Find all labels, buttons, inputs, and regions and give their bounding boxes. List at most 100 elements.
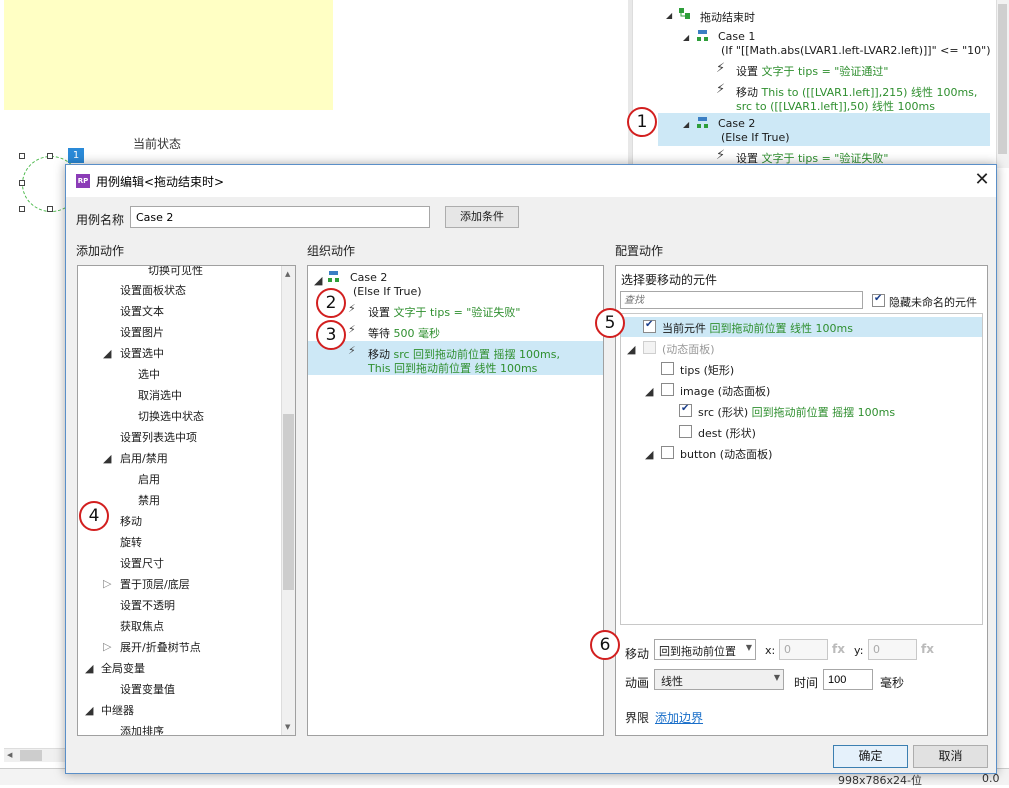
src-checkbox[interactable] — [679, 403, 692, 417]
widget-name: src (形状) — [698, 406, 749, 419]
action-item-set-image[interactable]: 设置图片 — [120, 324, 164, 340]
case-icon — [696, 29, 710, 43]
tree-item-image[interactable]: image (动态面板) — [680, 383, 770, 399]
step-marker-4: 4 — [79, 501, 109, 531]
action-item-focus[interactable]: 获取焦点 — [120, 618, 164, 634]
tree-item-current-widget: 当前元件 回到拖动前位置 线性 100ms — [662, 320, 853, 336]
widget-name: 当前元件 — [662, 322, 706, 335]
action-item-set-size[interactable]: 设置尺寸 — [120, 555, 164, 571]
scroll-down-icon[interactable]: ▼ — [285, 723, 290, 731]
hide-unnamed-checkbox[interactable] — [872, 293, 885, 307]
widget-badge: 1 — [68, 148, 84, 163]
scroll-thumb[interactable] — [283, 414, 294, 590]
collapse-triangle-icon[interactable]: ◢ — [683, 120, 689, 129]
yellow-rectangle-widget — [4, 0, 333, 110]
close-icon[interactable]: ✕ — [969, 169, 995, 193]
action-group-global-variables[interactable]: 全局变量 — [101, 660, 145, 676]
add-condition-button[interactable]: 添加条件 — [445, 206, 519, 228]
action-detail[interactable]: 文字于 tips = "验证失败" — [394, 306, 521, 319]
x-input[interactable]: 0 — [779, 639, 828, 660]
action-item-toggle-visibility[interactable]: 切换可见性 — [148, 266, 203, 278]
collapse-triangle-icon[interactable]: ◢ — [85, 704, 93, 717]
action-verb[interactable]: 设置 — [368, 306, 390, 319]
organize-action-set-text: 设置 文字于 tips = "验证失败" — [368, 304, 520, 320]
chevron-down-icon: ▼ — [745, 643, 752, 652]
resize-handle[interactable] — [19, 206, 25, 212]
add-actions-list: 切换可见性 设置面板状态 设置文本 设置图片 ◢ 设置选中 选中 取消选中 切换… — [77, 265, 296, 736]
collapse-triangle-icon[interactable]: ◢ — [85, 662, 93, 675]
action-detail[interactable]: 500 毫秒 — [394, 327, 441, 340]
scroll-left-icon[interactable]: ◀ — [7, 751, 12, 759]
action-item-set-list-selection[interactable]: 设置列表选中项 — [120, 429, 197, 445]
action-item-add-sort[interactable]: 添加排序 — [120, 723, 164, 735]
time-input[interactable] — [823, 669, 873, 690]
case2-condition: (Else If True) — [721, 131, 790, 144]
action-item-rotate[interactable]: 旋转 — [120, 534, 142, 550]
cancel-button[interactable]: 取消 — [913, 745, 988, 768]
expand-triangle-icon[interactable]: ▷ — [103, 577, 111, 590]
scroll-up-icon[interactable]: ▲ — [285, 270, 290, 278]
action-item-expand-collapse-tree[interactable]: 展开/折叠树节点 — [120, 639, 201, 655]
expand-triangle-icon[interactable]: ▷ — [103, 640, 111, 653]
collapse-triangle-icon[interactable]: ◢ — [103, 347, 111, 360]
add-actions-title: 添加动作 — [76, 244, 125, 258]
collapse-triangle-icon[interactable]: ◢ — [645, 385, 653, 398]
scroll-thumb[interactable] — [998, 4, 1007, 154]
organize-case-name[interactable]: Case 2 — [350, 271, 387, 284]
tree-item-dynamic-panel[interactable]: (动态面板) — [662, 341, 715, 357]
y-label: y: — [854, 644, 864, 657]
collapse-triangle-icon[interactable]: ◢ — [666, 11, 672, 20]
organize-action-wait: 等待 500 毫秒 — [368, 325, 440, 341]
animation-value: 线性 — [661, 675, 683, 688]
action-item-enable-disable[interactable]: 启用/禁用 — [120, 450, 168, 466]
y-input[interactable]: 0 — [868, 639, 917, 660]
lightning-icon: ⚡ — [716, 148, 726, 163]
action-item-set-opacity[interactable]: 设置不透明 — [120, 597, 175, 613]
image-checkbox[interactable] — [661, 383, 674, 396]
collapse-triangle-icon[interactable]: ◢ — [314, 274, 322, 287]
collapse-triangle-icon[interactable]: ◢ — [627, 343, 635, 356]
resize-handle[interactable] — [47, 206, 53, 212]
dynamic-panel-checkbox[interactable] — [643, 341, 656, 354]
step-marker-5: 5 — [595, 308, 625, 338]
tree-item-button[interactable]: button (动态面板) — [680, 446, 772, 462]
current-widget-checkbox[interactable] — [643, 319, 656, 333]
collapse-triangle-icon[interactable]: ◢ — [645, 448, 653, 461]
action-item-select[interactable]: 选中 — [138, 366, 160, 382]
tips-checkbox[interactable] — [661, 362, 674, 375]
action-item-unselect[interactable]: 取消选中 — [138, 387, 182, 403]
tree-item-tips[interactable]: tips (矩形) — [680, 362, 734, 378]
add-bounds-link[interactable]: 添加边界 — [655, 709, 703, 726]
y-fx-button[interactable]: fx — [921, 642, 934, 656]
action-verb[interactable]: 等待 — [368, 327, 390, 340]
ok-button[interactable]: 确定 — [833, 745, 908, 768]
x-fx-button[interactable]: fx — [832, 642, 845, 656]
widget-search-input[interactable] — [620, 291, 863, 309]
action-item-set-selected[interactable]: 设置选中 — [120, 345, 164, 361]
move-type-select[interactable]: 回到拖动前位置 ▼ — [654, 639, 756, 660]
dest-checkbox[interactable] — [679, 425, 692, 438]
organize-action-move-line2[interactable]: This 回到拖动前位置 线性 100ms — [368, 360, 537, 376]
action-item-toggle-selected[interactable]: 切换选中状态 — [138, 408, 204, 424]
resize-handle[interactable] — [19, 153, 25, 159]
resize-handle[interactable] — [19, 180, 25, 186]
action-item-set-panel-state[interactable]: 设置面板状态 — [120, 282, 186, 298]
resize-handle[interactable] — [47, 153, 53, 159]
action-item-enable[interactable]: 启用 — [138, 471, 160, 487]
action-item-set-text[interactable]: 设置文本 — [120, 303, 164, 319]
animation-select[interactable]: 线性 ▼ — [654, 669, 784, 690]
event-name: 拖动结束时 — [700, 11, 755, 24]
collapse-triangle-icon[interactable]: ◢ — [103, 452, 111, 465]
collapse-triangle-icon[interactable]: ◢ — [683, 33, 689, 42]
action-item-set-variable[interactable]: 设置变量值 — [120, 681, 175, 697]
button-checkbox[interactable] — [661, 446, 674, 459]
action-item-move[interactable]: 移动 — [120, 513, 142, 529]
action-item-bring-front-back[interactable]: 置于顶层/底层 — [120, 576, 190, 592]
case2-name[interactable]: Case 2 — [718, 117, 755, 130]
scroll-thumb[interactable] — [20, 750, 42, 761]
case1-name[interactable]: Case 1 — [718, 30, 755, 43]
action-group-repeater[interactable]: 中继器 — [101, 702, 134, 718]
tree-item-dest[interactable]: dest (形状) — [698, 425, 756, 441]
case-name-input[interactable] — [130, 206, 430, 228]
action-item-disable[interactable]: 禁用 — [138, 492, 160, 508]
